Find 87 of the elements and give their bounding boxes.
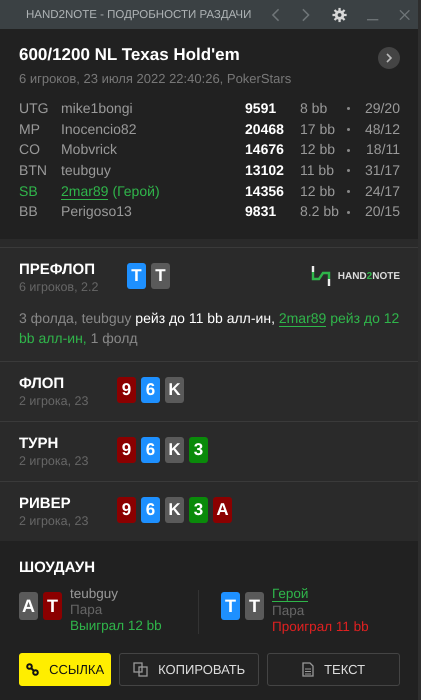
logo-mark-icon	[310, 265, 331, 288]
player-position: SB	[19, 182, 39, 199]
hand-result: Проиграл 11 bb	[272, 619, 369, 634]
player-position: BB	[19, 203, 39, 220]
link-button[interactable]: ССЫЛКА	[19, 653, 112, 686]
player-stack: 13102	[245, 162, 285, 178]
street-info: 6 игроков, 2.2	[19, 280, 100, 294]
copy-icon	[133, 662, 148, 678]
player-name[interactable]: Герой	[272, 586, 308, 602]
street-info: 2 игрока, 23	[19, 394, 90, 408]
action-summary: 3 фолда, teubguy рейз до 11 bb алл-ин, 2mar89 рейз до 12 bb алл-ин, 1 фолд	[19, 309, 400, 348]
player-name: Perigoso13	[61, 203, 132, 220]
player-position: CO	[19, 141, 41, 158]
player-stats: 20/15	[364, 203, 400, 220]
player-stats: 48/12	[364, 120, 400, 137]
player-stats: 24/17	[364, 182, 400, 199]
stack-in-bb: 17 bb	[300, 120, 336, 137]
document-icon	[302, 662, 314, 678]
hand-combination: Пара	[272, 603, 304, 618]
text-button[interactable]: ТЕКСТ	[267, 653, 400, 686]
separator-dot	[347, 128, 350, 132]
hand-combination: Пара	[70, 602, 102, 618]
playing-card: T	[221, 592, 240, 620]
street-name: ФЛОП	[19, 375, 66, 392]
stack-in-bb: 11 bb	[300, 162, 335, 178]
street-name: РИВЕР	[19, 495, 72, 512]
separator-dot	[347, 210, 350, 214]
player-stats: 18/11	[365, 141, 400, 158]
street-info: 2 игрока, 23	[19, 514, 90, 528]
showdown-title: ШОУДАУН	[19, 559, 96, 576]
playing-card: 9	[117, 437, 136, 464]
stack-in-bb: 12 bb	[300, 182, 336, 199]
playing-card: 3	[189, 497, 208, 524]
player-stack: 9831	[245, 203, 278, 220]
close-icon[interactable]	[398, 8, 410, 20]
playing-card: 9	[117, 377, 136, 404]
player-name[interactable]: 2mar89	[61, 182, 108, 200]
player-stack: 9591	[245, 100, 278, 116]
separator-dot	[347, 107, 350, 110]
copy-button[interactable]: КОПИРОВАТЬ	[119, 653, 260, 686]
stack-in-bb: 8.2 bb	[300, 203, 340, 220]
playing-card: 9	[117, 497, 136, 524]
hand-result: Выиграл 12 bb	[70, 618, 162, 634]
street-name: ТУРН	[19, 435, 60, 452]
next-hand-button[interactable]	[378, 47, 400, 69]
hand-subtitle: 6 игроков, 23 июля 2022 22:40:26, PokerStars	[19, 71, 292, 86]
player-name: mike1bongi	[61, 100, 133, 116]
playing-card: T	[245, 592, 264, 620]
player-stack: 14676	[245, 141, 285, 158]
player-name: teubguy	[70, 586, 118, 602]
playing-card: 6	[141, 377, 160, 404]
playing-card: T	[127, 263, 146, 290]
playing-card: K	[165, 497, 184, 524]
playing-card: T	[43, 592, 62, 620]
player-stats: 31/17	[364, 162, 400, 178]
playing-card: T	[151, 263, 170, 290]
playing-card: 6	[141, 437, 160, 464]
playing-card: A	[213, 497, 232, 524]
playing-card: A	[19, 592, 38, 620]
separator-dot	[347, 190, 350, 194]
playing-card: K	[165, 437, 184, 464]
chevron-right-icon	[385, 53, 393, 63]
stack-in-bb: 12 bb	[300, 141, 336, 158]
player-position: UTG	[19, 100, 50, 116]
chain-link-icon	[26, 663, 40, 676]
window-title: HAND2NOTE - ПОДРОБНОСТИ РАЗДАЧИ	[26, 8, 252, 20]
playing-card: 3	[189, 437, 208, 464]
stack-in-bb: 8 bb	[300, 100, 328, 116]
playing-card: K	[165, 377, 184, 404]
player-stats: 29/20	[364, 100, 400, 116]
player-position: BTN	[19, 162, 48, 178]
player-name: Inocencio82	[61, 120, 137, 137]
logo-text: HAND2NOTE	[338, 270, 400, 282]
player-stack: 14356	[245, 182, 285, 199]
player-stack: 20468	[245, 120, 285, 137]
player-link[interactable]: 2mar89	[278, 310, 326, 328]
hero-tag: (Герой)	[112, 182, 160, 199]
street-info: 2 игрока, 23	[19, 454, 90, 468]
playing-card: 6	[141, 497, 160, 524]
separator-dot	[347, 169, 350, 172]
player-name: Mobvrick	[61, 141, 118, 158]
settings-icon[interactable]	[332, 6, 348, 22]
separator-dot	[347, 148, 350, 152]
street-name: ПРЕФЛОП	[19, 261, 96, 278]
player-position: MP	[19, 120, 41, 137]
player-name: teubguy	[61, 162, 111, 178]
hand-title: 600/1200 NL Texas Hold'em	[19, 45, 241, 65]
